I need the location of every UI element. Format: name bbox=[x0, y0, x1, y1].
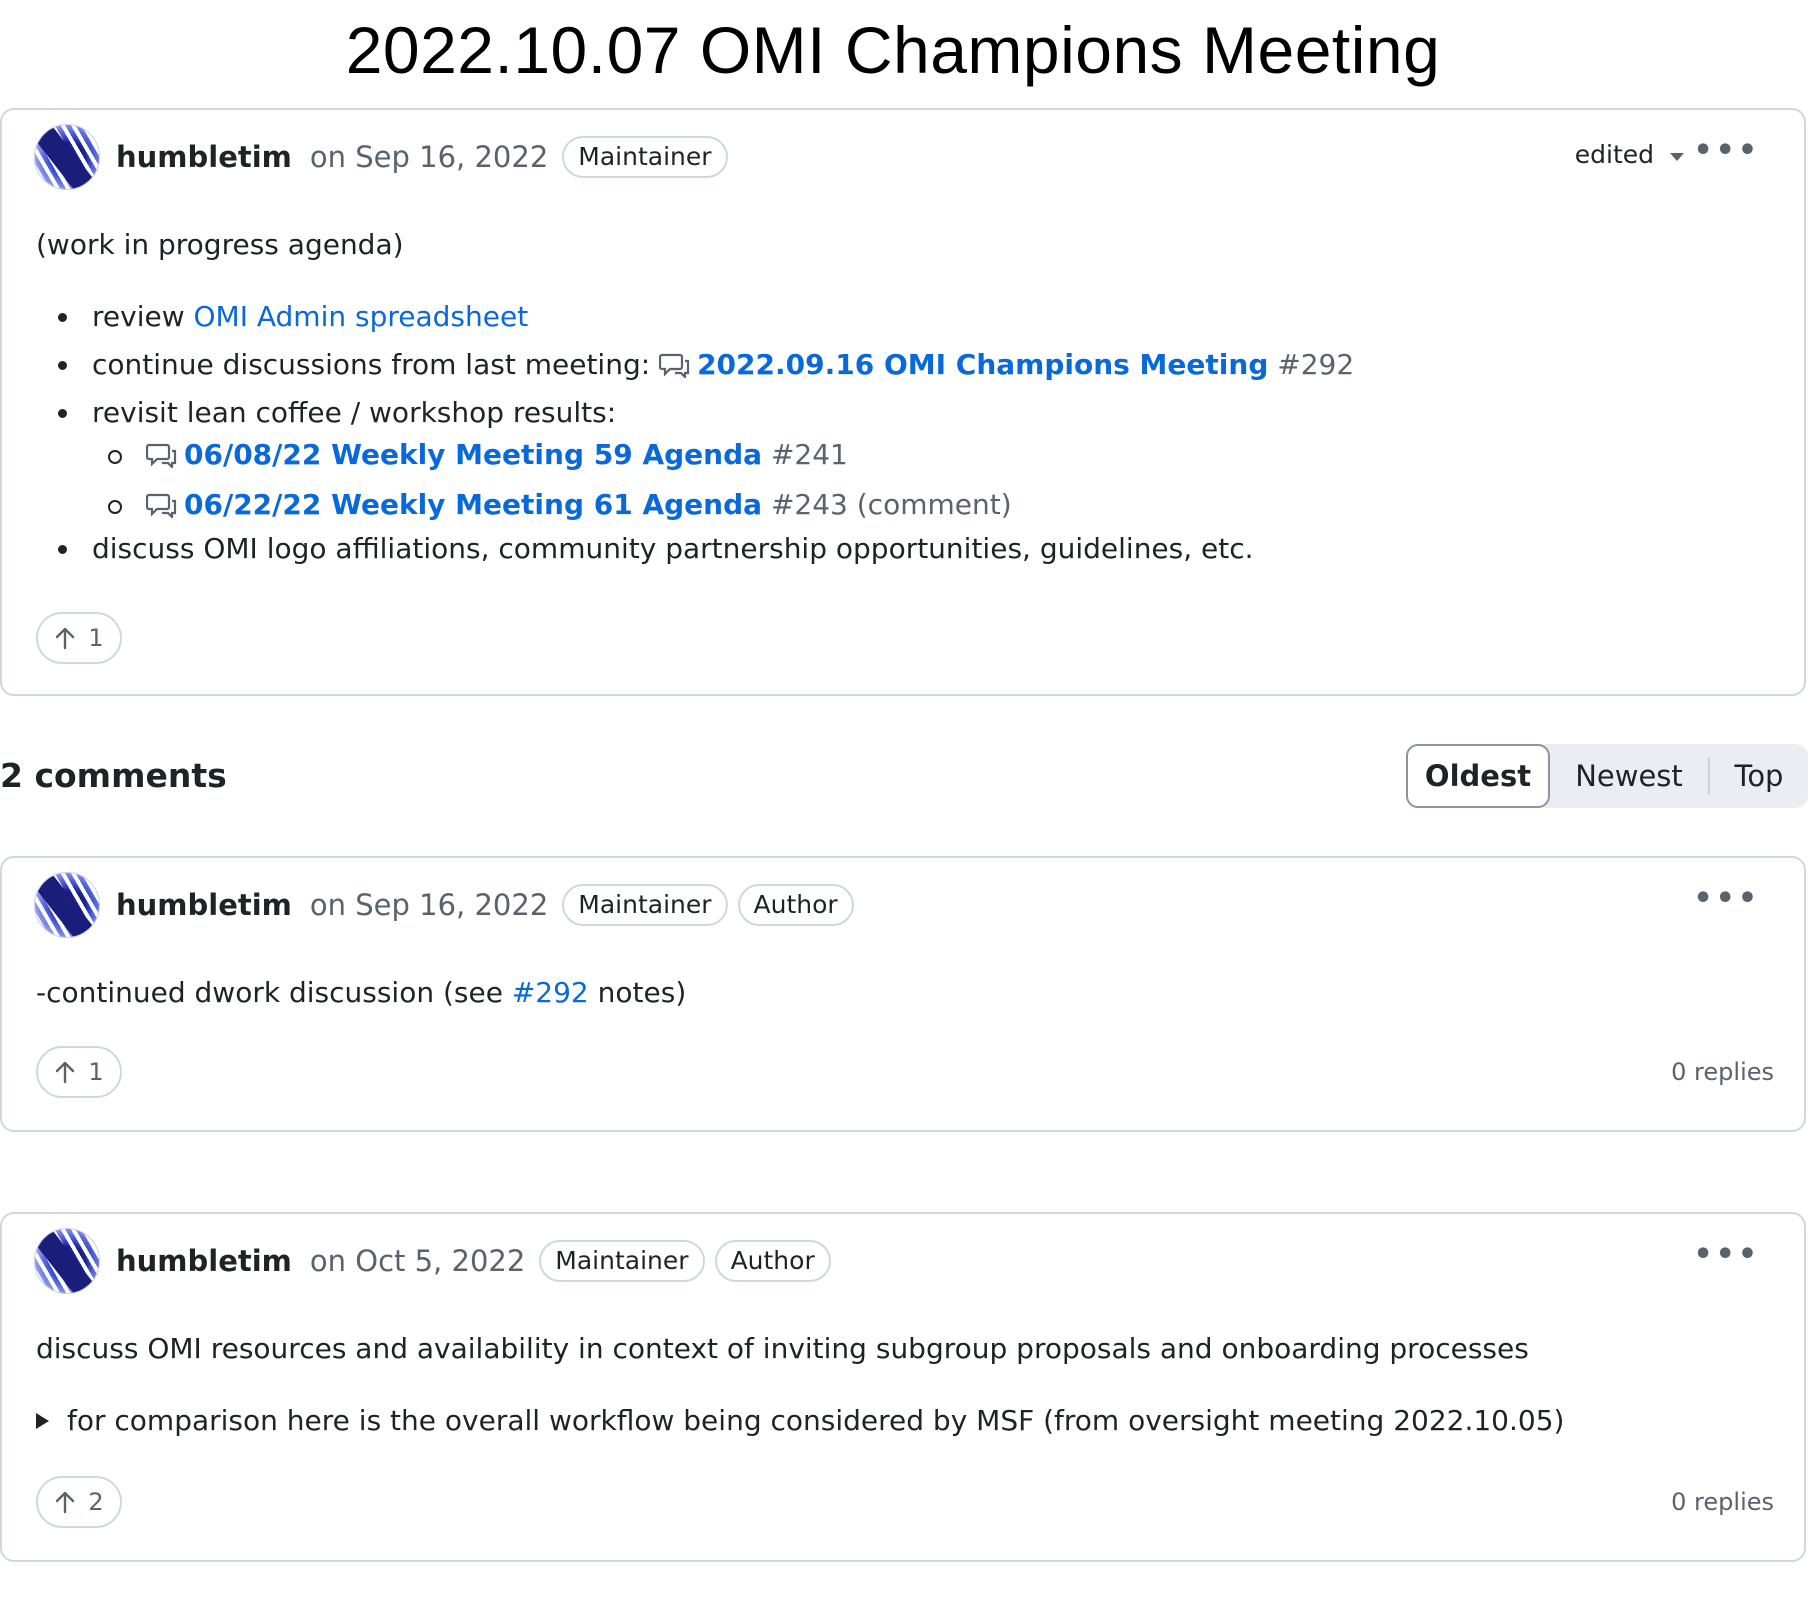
comment-suffix[interactable]: (comment) bbox=[848, 488, 1012, 521]
details-summary-text: for comparison here is the overall workf… bbox=[67, 1404, 1565, 1437]
kebab-horizontal-icon[interactable]: ••• bbox=[1693, 1240, 1760, 1270]
item-text: continue discussions from last meeting: bbox=[92, 348, 660, 381]
sub-list-item: 06/08/22 Weekly Meeting 59 Agenda #241 bbox=[108, 438, 1354, 472]
upvote-button[interactable]: 1 bbox=[36, 612, 122, 664]
upvote-button[interactable]: 1 bbox=[36, 1046, 122, 1098]
discussion-ref[interactable]: #241 bbox=[771, 438, 848, 471]
discussion-post: humbletim on Sep 16, 2022 Maintainer edi… bbox=[0, 108, 1806, 696]
discussion-ref[interactable]: #243 bbox=[771, 488, 848, 521]
triangle-down-icon bbox=[1670, 152, 1684, 161]
avatar[interactable] bbox=[34, 872, 100, 938]
sub-list-item: 06/22/22 Weekly Meeting 61 Agenda #243 (… bbox=[108, 488, 1354, 522]
comment-header: humbletim on Sep 16, 2022 Maintainer Aut… bbox=[34, 872, 854, 938]
sort-top-button[interactable]: Top bbox=[1710, 744, 1808, 808]
author-badge: Author bbox=[737, 884, 854, 926]
arrow-up-icon bbox=[56, 1061, 75, 1084]
author-name[interactable]: humbletim bbox=[116, 1244, 292, 1278]
discussion-292-link[interactable]: 2022.09.16 OMI Champions Meeting bbox=[697, 348, 1268, 381]
arrow-up-icon bbox=[56, 627, 75, 650]
maintainer-badge: Maintainer bbox=[562, 884, 728, 926]
list-item: revisit lean coffee / workshop results: … bbox=[58, 396, 1354, 522]
kebab-horizontal-icon[interactable]: ••• bbox=[1693, 884, 1760, 914]
triangle-right-icon bbox=[36, 1412, 49, 1429]
post-intro: (work in progress agenda) bbox=[36, 228, 404, 261]
list-item: review OMI Admin spreadsheet bbox=[58, 300, 1354, 334]
sub-list: 06/08/22 Weekly Meeting 59 Agenda #241 0… bbox=[108, 438, 1354, 522]
comment-body: discuss OMI resources and availability i… bbox=[36, 1332, 1529, 1365]
discussion-icon bbox=[659, 353, 690, 378]
edited-label: edited bbox=[1574, 140, 1654, 169]
comment-body: -continued dwork discussion (see #292 no… bbox=[36, 976, 686, 1009]
comment-text: notes) bbox=[588, 976, 687, 1009]
arrow-up-icon bbox=[56, 1491, 75, 1514]
replies-count[interactable]: 0 replies bbox=[1671, 1488, 1774, 1516]
avatar[interactable] bbox=[34, 1228, 100, 1294]
comment-text: -continued dwork discussion (see bbox=[36, 976, 512, 1009]
agenda-list: review OMI Admin spreadsheet continue di… bbox=[58, 300, 1354, 580]
upvote-count: 2 bbox=[88, 1488, 104, 1516]
comment-date[interactable]: on Sep 16, 2022 bbox=[310, 888, 548, 922]
comments-count: 2 comments bbox=[0, 756, 227, 795]
author-name[interactable]: humbletim bbox=[116, 140, 292, 174]
upvote-count: 1 bbox=[88, 1058, 104, 1086]
comment-sort-toggle: Oldest Newest Top bbox=[1406, 744, 1808, 808]
comment-date[interactable]: on Oct 5, 2022 bbox=[310, 1244, 525, 1278]
comment-header: humbletim on Oct 5, 2022 Maintainer Auth… bbox=[34, 1228, 831, 1294]
list-item: continue discussions from last meeting: … bbox=[58, 348, 1354, 382]
discussion-icon bbox=[146, 493, 177, 518]
discussion-241-link[interactable]: 06/08/22 Weekly Meeting 59 Agenda bbox=[184, 438, 762, 471]
sort-newest-button[interactable]: Newest bbox=[1550, 744, 1708, 808]
details-toggle[interactable]: for comparison here is the overall workf… bbox=[36, 1404, 1564, 1437]
discussion-icon bbox=[146, 443, 177, 468]
upvote-count: 1 bbox=[88, 624, 104, 652]
sort-oldest-button[interactable]: Oldest bbox=[1406, 744, 1550, 808]
maintainer-badge: Maintainer bbox=[562, 136, 728, 178]
page-title: 2022.10.07 OMI Champions Meeting bbox=[345, 13, 1441, 87]
discussion-243-link[interactable]: 06/22/22 Weekly Meeting 61 Agenda bbox=[184, 488, 762, 521]
discussion-ref[interactable]: #292 bbox=[1277, 348, 1354, 381]
item-text: revisit lean coffee / workshop results: bbox=[92, 396, 617, 429]
author-badge: Author bbox=[714, 1240, 831, 1282]
avatar[interactable] bbox=[34, 124, 100, 190]
omi-admin-spreadsheet-link[interactable]: OMI Admin spreadsheet bbox=[194, 300, 529, 333]
edited-dropdown[interactable]: edited bbox=[1575, 140, 1684, 169]
item-text: discuss OMI logo affiliations, community… bbox=[92, 532, 1254, 565]
replies-count[interactable]: 0 replies bbox=[1671, 1058, 1774, 1086]
comment-card: humbletim on Oct 5, 2022 Maintainer Auth… bbox=[0, 1212, 1806, 1562]
upvote-button[interactable]: 2 bbox=[36, 1476, 122, 1528]
item-text: review bbox=[92, 300, 194, 333]
author-name[interactable]: humbletim bbox=[116, 888, 292, 922]
comment-card: humbletim on Sep 16, 2022 Maintainer Aut… bbox=[0, 856, 1806, 1132]
list-item: discuss OMI logo affiliations, community… bbox=[58, 532, 1354, 566]
post-date[interactable]: on Sep 16, 2022 bbox=[310, 140, 548, 174]
post-header: humbletim on Sep 16, 2022 Maintainer bbox=[34, 124, 728, 190]
maintainer-badge: Maintainer bbox=[539, 1240, 705, 1282]
issue-292-link[interactable]: #292 bbox=[512, 976, 589, 1009]
kebab-horizontal-icon[interactable]: ••• bbox=[1693, 136, 1760, 166]
